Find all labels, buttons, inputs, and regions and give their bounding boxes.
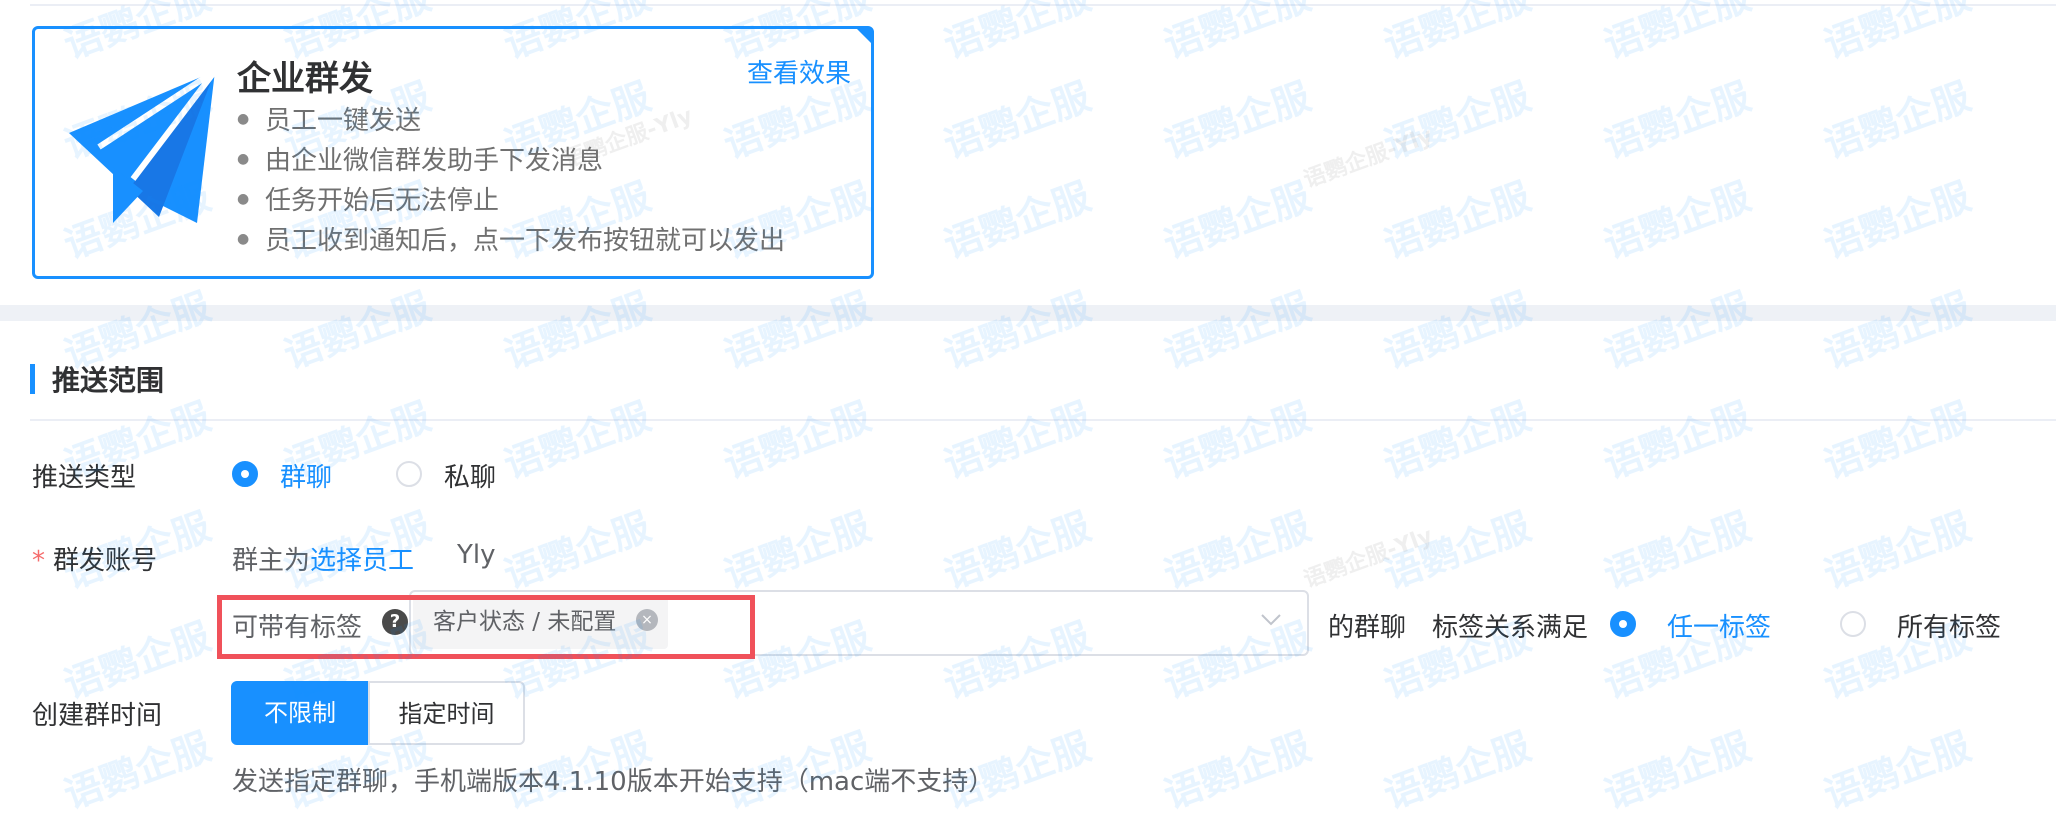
paper-plane-icon — [69, 71, 215, 223]
feature-bullet-list: 员工一键发送 由企业微信群发助手下发消息 任务开始后无法停止 员工收到通知后，点… — [237, 101, 785, 261]
radio-group-chat[interactable] — [232, 461, 258, 487]
selected-corner-mark — [856, 28, 872, 44]
radio-all-tags[interactable] — [1840, 611, 1866, 637]
owner-prefix-text: 群主为选择员工 — [232, 540, 414, 577]
radio-any-tag-label[interactable]: 任一标签 — [1667, 607, 1771, 644]
unlimited-button[interactable]: 不限制 — [231, 681, 369, 745]
radio-any-tag[interactable] — [1610, 611, 1636, 637]
specify-time-button[interactable]: 指定时间 — [368, 681, 525, 745]
version-hint: 发送指定群聊，手机端版本4.1.10版本开始支持（mac端不支持） — [232, 767, 995, 797]
select-staff-link[interactable]: 选择员工 — [310, 546, 414, 576]
selected-staff-name: Yly — [457, 540, 496, 570]
section-accent-bar — [30, 364, 35, 394]
required-mark: * — [32, 546, 45, 576]
section-divider — [30, 419, 2056, 421]
radio-all-tags-label[interactable]: 所有标签 — [1897, 607, 2001, 644]
group-account-label: * 群发账号 — [32, 540, 157, 577]
view-effect-link[interactable]: 查看效果 — [747, 53, 851, 90]
owner-prefix: 群主为 — [232, 546, 311, 576]
feature-card-container: 企业群发 查看效果 员工一键发送 由企业微信群发助手下发消息 任务开始后无法停止… — [0, 0, 2056, 305]
radio-private-chat-label[interactable]: 私聊 — [444, 457, 496, 494]
group-account-label-text: 群发账号 — [53, 546, 158, 576]
list-item: 员工一键发送 — [237, 101, 785, 141]
push-type-label: 推送类型 — [32, 463, 137, 493]
push-scope-card: 推送范围 推送类型 群聊 私聊 * 群发账号 群主为选择员工 Yly 可带有标签 … — [0, 321, 2056, 834]
section-title: 推送范围 — [52, 364, 165, 397]
group-chat-suffix: 的群聊 — [1328, 613, 1407, 643]
list-item: 由企业微信群发助手下发消息 — [237, 141, 785, 181]
list-item: 任务开始后无法停止 — [237, 181, 785, 221]
list-item: 员工收到通知后，点一下发布按钮就可以发出 — [237, 221, 785, 261]
highlight-box — [217, 595, 755, 659]
create-time-label: 创建群时间 — [32, 701, 163, 731]
chevron-down-icon[interactable] — [1260, 613, 1282, 627]
feature-title: 企业群发 — [237, 59, 373, 99]
top-divider — [30, 4, 2056, 6]
tag-relation-label: 标签关系满足 — [1432, 613, 1589, 643]
radio-private-chat[interactable] — [396, 461, 422, 487]
feature-mass-send-option[interactable]: 企业群发 查看效果 员工一键发送 由企业微信群发助手下发消息 任务开始后无法停止… — [32, 26, 874, 279]
create-time-button-group: 不限制 指定时间 — [231, 681, 525, 745]
radio-group-chat-label[interactable]: 群聊 — [280, 457, 332, 494]
